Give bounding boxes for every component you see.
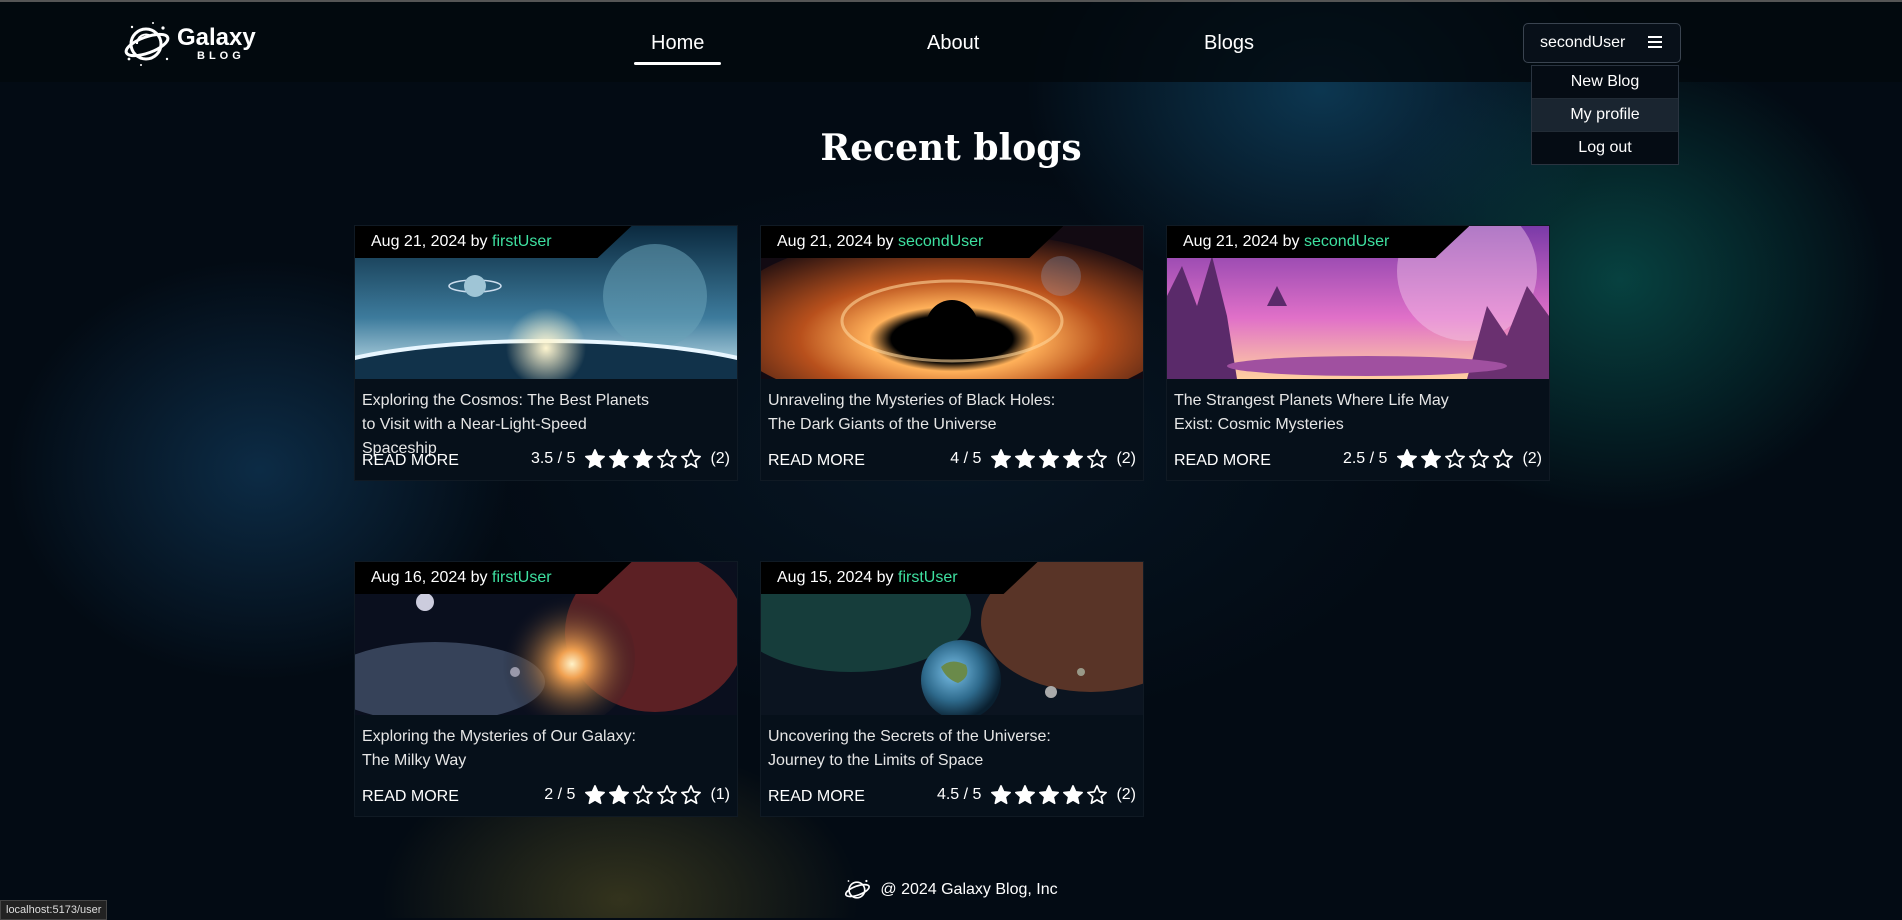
blog-date: Aug 21, 2024 xyxy=(1183,233,1279,250)
star-filled-icon xyxy=(1063,785,1084,805)
blog-author[interactable]: firstUser xyxy=(898,569,958,586)
star-filled-icon xyxy=(991,785,1012,805)
rating-count: (2) xyxy=(1116,450,1136,467)
hamburger-menu-icon xyxy=(1648,36,1662,48)
star-filled-icon xyxy=(585,785,606,805)
star-empty-icon xyxy=(1087,785,1108,805)
blog-title[interactable]: Unraveling the Mysteries of Black Holes:… xyxy=(768,389,1068,437)
star-filled-icon xyxy=(609,449,630,469)
star-filled-icon xyxy=(1397,449,1418,469)
by-text: by xyxy=(1282,233,1304,250)
star-empty-icon xyxy=(1445,449,1466,469)
blog-card[interactable]: Aug 15, 2024 by firstUser Uncovering the… xyxy=(760,561,1144,817)
star-filled-icon xyxy=(1039,449,1060,469)
nav-blogs-link[interactable]: Blogs xyxy=(1204,32,1254,55)
brand-name: Galaxy xyxy=(177,24,256,51)
star-filled-icon xyxy=(609,785,630,805)
rating-score: 2 / 5 xyxy=(544,786,576,803)
blog-meta: Aug 21, 2024 by firstUser xyxy=(355,226,632,258)
read-more-link[interactable]: READ MORE xyxy=(768,452,865,470)
star-empty-icon xyxy=(633,785,654,805)
read-more-link[interactable]: READ MORE xyxy=(1174,452,1271,470)
star-filled-icon xyxy=(991,449,1012,469)
star-empty-icon xyxy=(681,449,702,469)
username: secondUser xyxy=(1540,34,1626,51)
blog-author[interactable]: secondUser xyxy=(1304,233,1389,250)
window-top-border xyxy=(0,0,1902,2)
menu-item-my-profile[interactable]: My profile xyxy=(1532,99,1678,132)
blog-title[interactable]: The Strangest Planets Where Life May Exi… xyxy=(1174,389,1474,437)
blog-rating: 3.5 / 5 (2) xyxy=(531,448,730,470)
blog-card[interactable]: Aug 16, 2024 by firstUser Exploring the … xyxy=(354,561,738,817)
blog-title[interactable]: Uncovering the Secrets of the Universe: … xyxy=(768,725,1068,773)
star-filled-icon xyxy=(633,449,654,469)
blog-meta: Aug 21, 2024 by secondUser xyxy=(1167,226,1469,258)
rating-stars xyxy=(990,448,1108,470)
menu-item-new-blog[interactable]: New Blog xyxy=(1532,66,1678,99)
blog-card[interactable]: Aug 21, 2024 by firstUser Exploring the … xyxy=(354,225,738,481)
user-menu-button[interactable]: secondUser xyxy=(1523,23,1681,63)
rating-stars xyxy=(584,448,702,470)
by-text: by xyxy=(470,233,492,250)
rating-stars xyxy=(1396,448,1514,470)
star-filled-icon xyxy=(585,449,606,469)
brand-subtitle: BLOG xyxy=(197,50,245,62)
blog-rating: 2.5 / 5 (2) xyxy=(1343,448,1542,470)
site-footer: @ 2024 Galaxy Blog, Inc xyxy=(0,878,1902,902)
nav-about-link[interactable]: About xyxy=(927,32,979,55)
read-more-link[interactable]: READ MORE xyxy=(362,788,459,806)
user-dropdown-menu: New Blog My profile Log out xyxy=(1531,65,1679,165)
blog-meta: Aug 15, 2024 by firstUser xyxy=(761,562,1038,594)
star-empty-icon xyxy=(1469,449,1490,469)
rating-stars xyxy=(584,784,702,806)
read-more-link[interactable]: READ MORE xyxy=(768,788,865,806)
rating-count: (2) xyxy=(1522,450,1542,467)
blog-date: Aug 21, 2024 xyxy=(777,233,873,250)
star-filled-icon xyxy=(1039,785,1060,805)
star-empty-icon xyxy=(1087,449,1108,469)
blog-meta: Aug 16, 2024 by firstUser xyxy=(355,562,632,594)
rating-count: (1) xyxy=(710,786,730,803)
rating-count: (2) xyxy=(710,450,730,467)
star-filled-icon xyxy=(1015,785,1036,805)
planet-logo-icon xyxy=(124,22,170,66)
blog-date: Aug 21, 2024 xyxy=(371,233,467,250)
star-filled-icon xyxy=(1015,449,1036,469)
star-empty-icon xyxy=(657,785,678,805)
read-more-link[interactable]: READ MORE xyxy=(362,452,459,470)
rating-stars xyxy=(990,784,1108,806)
blog-author[interactable]: firstUser xyxy=(492,233,552,250)
blog-rating: 4 / 5 (2) xyxy=(950,448,1136,470)
rating-score: 4.5 / 5 xyxy=(936,786,982,803)
copyright-text: @ 2024 Galaxy Blog, Inc xyxy=(880,881,1058,898)
blog-date: Aug 16, 2024 xyxy=(371,569,467,586)
rating-count: (2) xyxy=(1116,786,1136,803)
by-text: by xyxy=(876,569,898,586)
blog-rating: 2 / 5 (1) xyxy=(544,784,730,806)
star-empty-icon xyxy=(1493,449,1514,469)
by-text: by xyxy=(876,233,898,250)
by-text: by xyxy=(470,569,492,586)
brand-logo[interactable]: Galaxy BLOG xyxy=(123,19,256,69)
star-filled-icon xyxy=(1421,449,1442,469)
blog-title[interactable]: Exploring the Mysteries of Our Galaxy: T… xyxy=(362,725,662,773)
rating-score: 4 / 5 xyxy=(950,450,982,467)
star-empty-icon xyxy=(681,785,702,805)
status-bar-url: localhost:5173/user xyxy=(0,900,108,920)
blog-author[interactable]: secondUser xyxy=(898,233,983,250)
star-filled-icon xyxy=(1063,449,1084,469)
planet-logo-icon xyxy=(845,879,871,899)
blog-meta: Aug 21, 2024 by secondUser xyxy=(761,226,1063,258)
blog-date: Aug 15, 2024 xyxy=(777,569,873,586)
blog-card[interactable]: Aug 21, 2024 by secondUser Unraveling th… xyxy=(760,225,1144,481)
blog-card[interactable]: Aug 21, 2024 by secondUser The Strangest… xyxy=(1166,225,1550,481)
blog-author[interactable]: firstUser xyxy=(492,569,552,586)
menu-item-log-out[interactable]: Log out xyxy=(1532,132,1678,164)
nav-home-link[interactable]: Home xyxy=(633,32,722,65)
blog-rating: 4.5 / 5 (2) xyxy=(937,784,1136,806)
rating-score: 3.5 / 5 xyxy=(530,450,576,467)
star-empty-icon xyxy=(657,449,678,469)
rating-score: 2.5 / 5 xyxy=(1342,450,1388,467)
